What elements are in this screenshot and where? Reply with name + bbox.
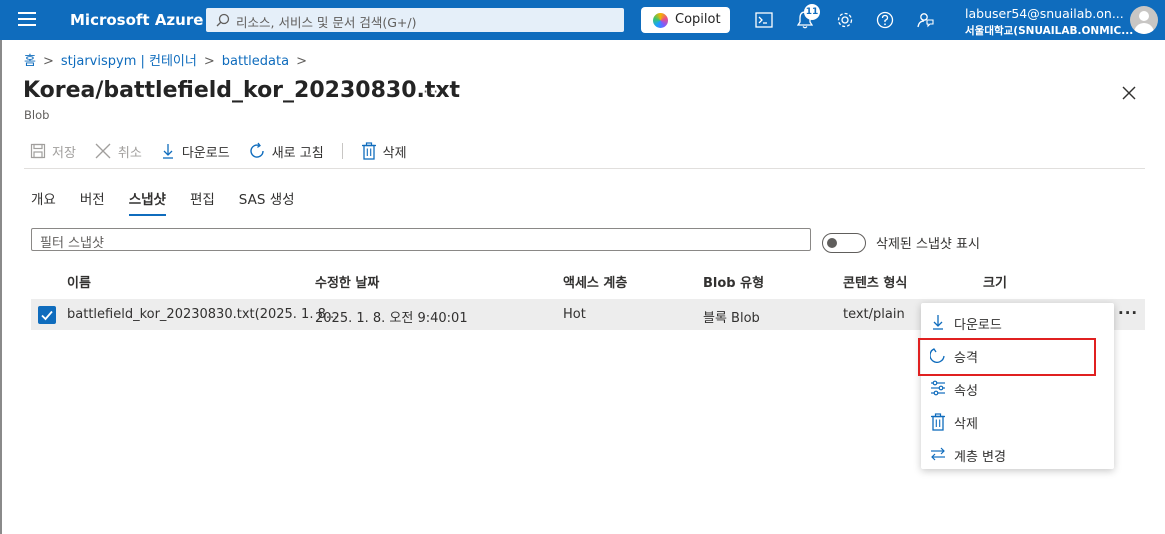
page-title: Korea/battlefield_kor_20230830.txt <box>23 78 461 103</box>
breadcrumb-account[interactable]: stjarvispym | 컨테이너 <box>61 54 197 69</box>
column-header-name[interactable]: 이름 <box>67 272 91 291</box>
menu-item-label: 속성 <box>954 384 978 399</box>
column-header-tier[interactable]: 액세스 계층 <box>563 272 627 291</box>
download-icon <box>933 315 943 330</box>
chevron-right-icon: > <box>42 54 54 69</box>
search-placeholder: 리소스, 서비스 및 문서 검색(G+/) <box>236 15 417 30</box>
top-bar: Microsoft Azure 리소스, 서비스 및 문서 검색(G+/) Co… <box>0 0 1165 40</box>
toolbar-divider <box>341 143 343 159</box>
settings-gear-icon[interactable] <box>835 10 855 30</box>
tab-overview[interactable]: 개요 <box>31 188 56 216</box>
breadcrumb-container[interactable]: battledata <box>222 54 289 69</box>
cell-content-type: text/plain <box>843 307 905 322</box>
more-options-button[interactable]: ··· <box>423 82 438 101</box>
column-header-modified[interactable]: 수정한 날짜 <box>315 272 379 291</box>
download-icon <box>162 144 173 159</box>
tab-generate-sas[interactable]: SAS 생성 <box>239 188 295 216</box>
menu-item-delete[interactable]: 삭제 <box>921 404 1114 437</box>
row-more-options-button[interactable]: ··· <box>1118 304 1138 322</box>
page-subtitle: Blob <box>24 108 50 122</box>
column-header-size[interactable]: 크기 <box>983 272 1007 291</box>
chevron-right-icon: > <box>203 54 215 69</box>
hamburger-menu-icon[interactable] <box>18 12 36 28</box>
menu-item-label: 계층 변경 <box>954 450 1006 465</box>
highlight-box <box>918 338 1096 376</box>
trash-icon <box>931 413 945 431</box>
save-label: 저장 <box>52 145 76 161</box>
tab-edit[interactable]: 편집 <box>190 188 215 216</box>
refresh-label: 새로 고침 <box>271 145 324 161</box>
trash-icon <box>361 142 376 160</box>
copilot-button[interactable]: Copilot <box>641 7 730 33</box>
row-checkbox[interactable] <box>38 306 56 324</box>
checkmark-icon <box>41 310 53 321</box>
column-header-content-type[interactable]: 콘텐츠 형식 <box>843 272 907 291</box>
tab-bar: 개요 버전 스냅샷 편집 SAS 생성 <box>31 188 319 216</box>
avatar[interactable] <box>1130 6 1158 34</box>
tab-snapshots[interactable]: 스냅샷 <box>128 188 166 216</box>
download-label: 다운로드 <box>181 145 230 161</box>
properties-sliders-icon <box>931 380 945 396</box>
chevron-right-icon: > <box>296 54 307 69</box>
cell-modified: 2025. 1. 8. 오전 9:40:01 <box>315 311 468 326</box>
breadcrumb-home[interactable]: 홈 <box>24 54 36 69</box>
notification-count-badge: 11 <box>804 4 820 20</box>
feedback-icon[interactable] <box>915 10 935 30</box>
download-button[interactable]: 다운로드 <box>160 142 230 161</box>
help-icon[interactable] <box>875 10 895 30</box>
copilot-logo-icon <box>653 13 668 28</box>
cancel-x-icon <box>95 143 111 159</box>
show-deleted-toggle[interactable] <box>822 233 866 253</box>
window-left-border <box>0 40 2 534</box>
toggle-knob <box>827 238 837 248</box>
close-icon[interactable] <box>1120 84 1138 102</box>
command-bar: 저장 취소 다운로드 새로 고침 삭제 <box>30 140 425 162</box>
menu-item-label: 삭제 <box>954 417 978 432</box>
refresh-button[interactable]: 새로 고침 <box>248 142 324 161</box>
cloud-shell-icon[interactable] <box>754 10 774 30</box>
snapshot-filter-input[interactable]: 필터 스냅샷 <box>31 228 811 251</box>
swap-arrows-icon <box>931 447 945 461</box>
menu-item-label: 다운로드 <box>954 318 1002 333</box>
copilot-label: Copilot <box>675 12 721 27</box>
tab-versions[interactable]: 버전 <box>80 188 105 216</box>
brand-title[interactable]: Microsoft Azure <box>70 11 203 29</box>
global-search-input[interactable]: 리소스, 서비스 및 문서 검색(G+/) <box>206 8 624 32</box>
refresh-icon <box>250 142 264 158</box>
account-tenant[interactable]: 서울대학교(SNUAILAB.ONMIC... <box>965 23 1133 38</box>
cancel-label: 취소 <box>117 145 142 161</box>
row-context-menu: 다운로드 승격 속성 삭제 계층 변경 <box>921 303 1114 469</box>
cell-tier: Hot <box>563 307 586 322</box>
cancel-button[interactable]: 취소 <box>94 142 142 161</box>
save-icon <box>30 143 46 159</box>
column-header-blob-type[interactable]: Blob 유형 <box>703 272 764 291</box>
search-icon <box>216 13 230 27</box>
menu-item-download[interactable]: 다운로드 <box>921 305 1114 338</box>
delete-label: 삭제 <box>382 145 407 161</box>
account-email[interactable]: labuser54@snuailab.on... <box>965 6 1124 21</box>
menu-item-change-tier[interactable]: 계층 변경 <box>921 437 1114 470</box>
save-button[interactable]: 저장 <box>30 142 76 161</box>
breadcrumb: 홈 > stjarvispym | 컨테이너 > battledata > <box>24 50 314 69</box>
delete-button[interactable]: 삭제 <box>361 142 407 161</box>
show-deleted-label: 삭제된 스냅샷 표시 <box>876 237 980 252</box>
cell-blob-type: 블록 Blob <box>703 311 760 326</box>
toolbar-divider-line <box>24 168 1145 169</box>
cell-name[interactable]: battlefield_kor_20230830.txt(2025. 1. 8.… <box>67 307 338 322</box>
